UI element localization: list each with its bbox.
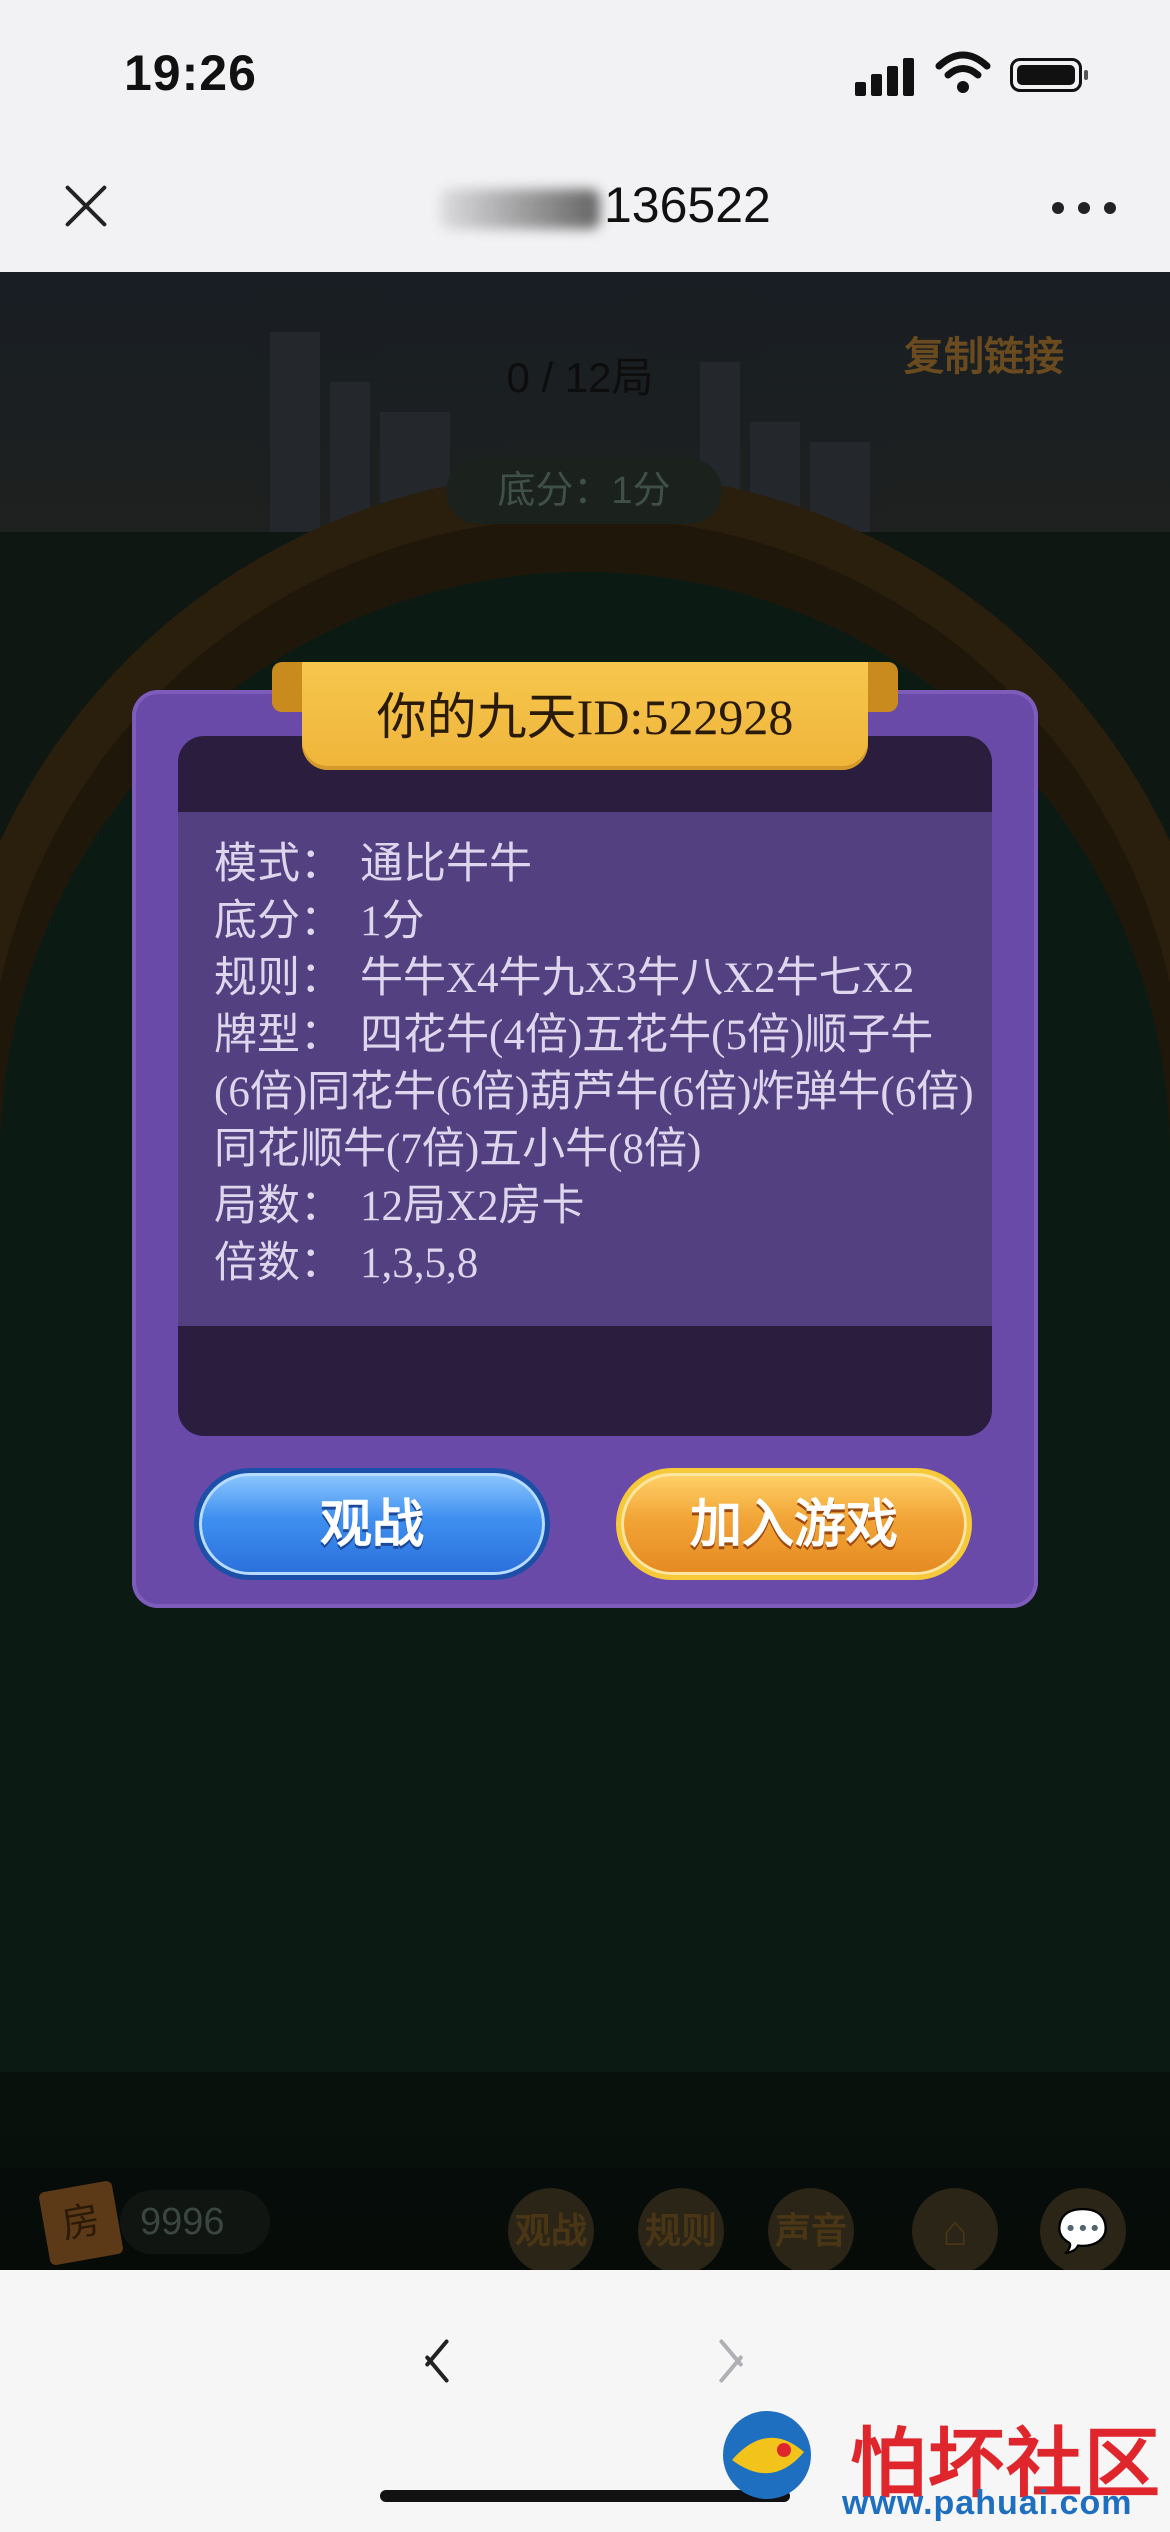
- dialog-title: 你的九天ID:522928: [376, 689, 794, 745]
- toolbar-sound-button[interactable]: 声音: [768, 2188, 854, 2270]
- close-icon[interactable]: [56, 176, 116, 236]
- base-score-badge: 底分：1分: [446, 458, 722, 524]
- chat-icon[interactable]: 💬: [1040, 2188, 1126, 2270]
- info-row-rules: 规则： 牛牛X4牛九X3牛八X2牛七X2: [214, 955, 915, 1002]
- ribbon-body: 你的九天ID:522928: [302, 662, 868, 770]
- toolbar-rules-button[interactable]: 规则: [638, 2188, 724, 2270]
- copy-link-button[interactable]: 复制链接: [904, 324, 1064, 382]
- info-row-base-score: 底分： 1分: [214, 898, 425, 945]
- battery-icon: [1010, 58, 1088, 92]
- redacted-title-prefix: [440, 188, 600, 229]
- wifi-icon: [935, 51, 991, 93]
- watermark-url: www.pahuai.com: [842, 2484, 1133, 2522]
- cellular-signal-icon: [855, 56, 915, 96]
- watch-game-button[interactable]: 观战: [194, 1468, 550, 1580]
- room-card-icon: 房: [38, 2180, 124, 2266]
- info-row-rounds: 局数： 12局X2房卡: [214, 1183, 585, 1230]
- page-title: 136522: [440, 176, 840, 234]
- info-row-mode: 模式： 通比牛牛: [214, 841, 532, 888]
- back-arrow-icon[interactable]: [420, 2330, 450, 2386]
- dialog-title-ribbon: 你的九天ID:522928: [272, 662, 898, 770]
- status-time: 19:26: [124, 45, 257, 101]
- home-icon[interactable]: ⌂: [912, 2188, 998, 2270]
- round-progress: 0 / 12局: [506, 354, 654, 401]
- room-card-count: 9996: [120, 2190, 270, 2254]
- room-info-dialog: 模式： 通比牛牛 底分： 1分 规则： 牛牛X4牛九X3牛八X2牛七X2 牌型：…: [132, 662, 1038, 1608]
- info-row-multipliers: 倍数： 1,3,5,8: [214, 1240, 479, 1287]
- watermark-logo: [723, 2411, 811, 2499]
- dialog-content: 模式： 通比牛牛 底分： 1分 规则： 牛牛X4牛九X3牛八X2牛七X2 牌型：…: [178, 736, 992, 1436]
- info-row-card-types: 牌型： 四花牛(4倍)五花牛(5倍)顺子牛: [214, 1012, 934, 1059]
- join-game-button[interactable]: 加入游戏: [616, 1468, 972, 1580]
- forward-arrow-icon[interactable]: [720, 2330, 750, 2386]
- info-row-card-types-continued: (6倍)同花牛(6倍)葫芦牛(6倍)炸弹牛(6倍)同花顺牛(7倍)五小牛(8倍): [214, 1069, 974, 1173]
- toolbar-watch-button[interactable]: 观战: [508, 2188, 594, 2270]
- more-options-icon[interactable]: [1052, 202, 1116, 216]
- room-rules-list: 模式： 通比牛牛 底分： 1分 规则： 牛牛X4牛九X3牛八X2牛七X2 牌型：…: [214, 836, 974, 1292]
- page-title-text: 136522: [604, 177, 771, 233]
